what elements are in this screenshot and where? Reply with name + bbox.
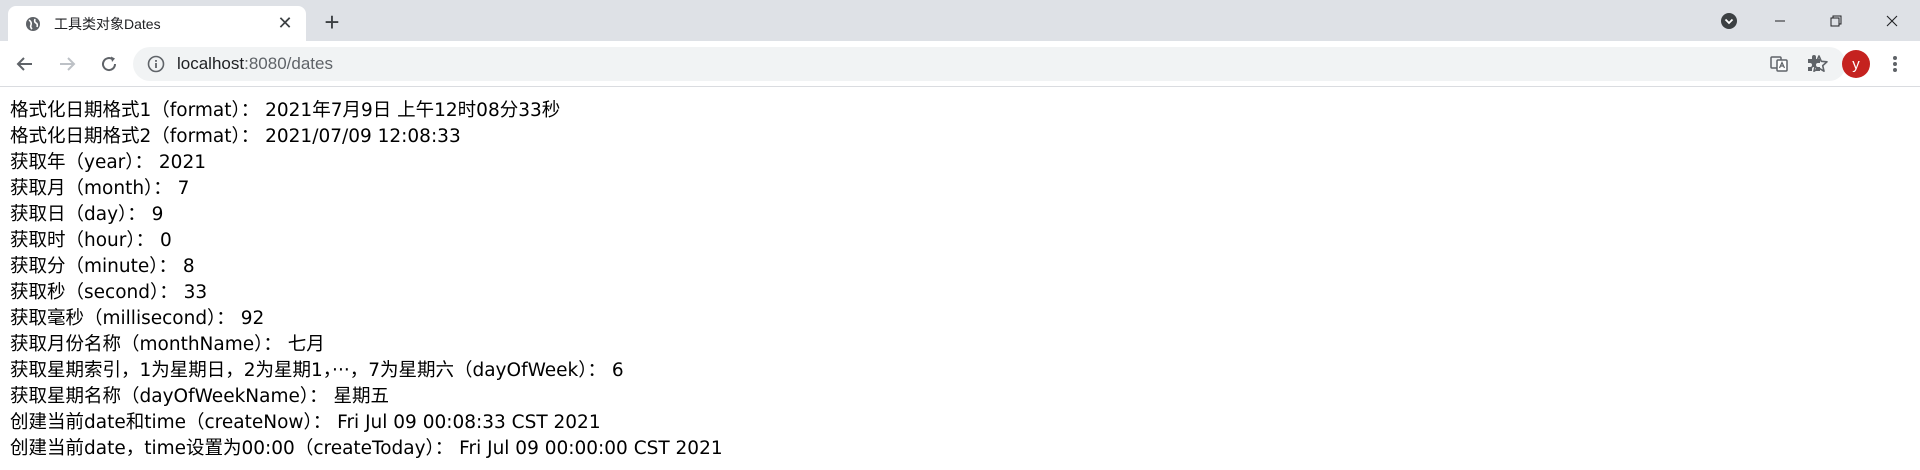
text-line-format1: 格式化日期格式1（format）： 2021年7月9日 上午12时08分33秒 [10, 100, 561, 121]
tab-title: 工具类对象Dates [54, 15, 161, 32]
address-bar[interactable]: localhost:8080/dates [133, 47, 1846, 81]
text-line-create-now: 创建当前date和time（createNow）： Fri Jul 09 00:… [10, 412, 601, 433]
text-line-hour: 获取时（hour）： 0 [10, 230, 172, 251]
text-line-second: 获取秒（second）： 33 [10, 282, 208, 303]
minimize-icon[interactable] [1752, 0, 1808, 41]
menu-kebab-icon[interactable] [1878, 47, 1912, 81]
text-line-day: 获取日（day）： 9 [10, 204, 164, 225]
text-line-month: 获取月（month）： 7 [10, 178, 190, 199]
profile-avatar[interactable]: y [1842, 50, 1870, 78]
back-icon[interactable] [8, 47, 42, 81]
text-line-minute: 获取分（minute）： 8 [10, 256, 195, 277]
text-line-day-of-week: 获取星期索引，1为星期日，2为星期1，···，7为星期六（dayOfWeek）：… [10, 360, 624, 381]
url-text: localhost:8080/dates [177, 54, 333, 74]
tab-strip: 工具类对象Dates ✕ + [0, 0, 1920, 41]
text-line-month-name: 获取月份名称（monthName）： 七月 [10, 334, 325, 355]
tab-dates[interactable]: 工具类对象Dates ✕ [8, 6, 306, 41]
url-path: :8080/dates [244, 54, 333, 73]
close-tab-icon[interactable]: ✕ [274, 13, 296, 35]
tab-search-icon[interactable] [1706, 0, 1752, 41]
restore-icon[interactable] [1808, 0, 1864, 41]
globe-icon [24, 15, 42, 33]
url-host: localhost [177, 54, 245, 73]
extensions-icon[interactable] [1797, 47, 1831, 81]
new-tab-button[interactable]: + [318, 8, 346, 36]
close-window-icon[interactable] [1864, 0, 1920, 41]
translate-icon[interactable] [1762, 47, 1796, 81]
toolbar: localhost:8080/dates y [0, 41, 1920, 87]
site-info-icon[interactable] [139, 47, 173, 81]
browser-chrome: 工具类对象Dates ✕ + localhost:8080/dates y [0, 0, 1920, 87]
text-line-millisecond: 获取毫秒（millisecond）： 92 [10, 308, 265, 329]
forward-icon[interactable] [50, 47, 84, 81]
page-content: 格式化日期格式1（format）： 2021年7月9日 上午12时08分33秒 … [0, 87, 1920, 462]
text-line-format2: 格式化日期格式2（format）： 2021/07/09 12:08:33 [10, 126, 461, 147]
text-line-create-today: 创建当前date，time设置为00:00（createToday）： Fri … [10, 438, 723, 459]
window-controls [1706, 0, 1920, 41]
text-line-day-of-week-name: 获取星期名称（dayOfWeekName）： 星期五 [10, 386, 389, 407]
text-line-year: 获取年（year）： 2021 [10, 152, 206, 173]
reload-icon[interactable] [92, 47, 126, 81]
